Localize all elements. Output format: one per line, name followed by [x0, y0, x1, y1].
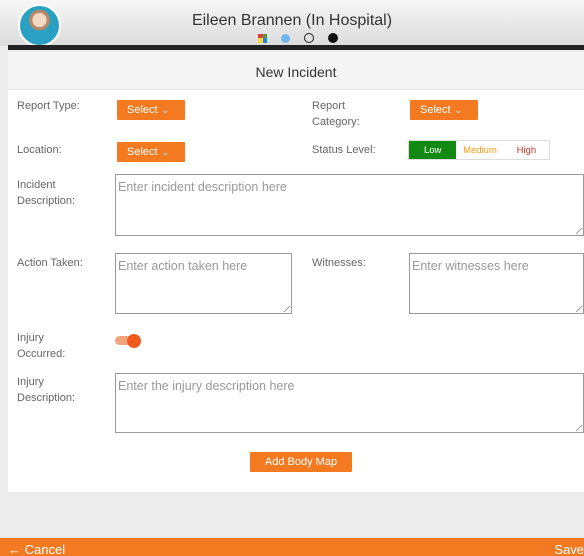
status-level-segmented: Low Medium High [408, 140, 550, 160]
status-level-label: Status Level: [312, 144, 376, 156]
report-category-label: Report Category: [312, 100, 360, 128]
bottom-action-bar: ← Cancel Save [0, 538, 584, 556]
status-medium-option[interactable]: Medium [456, 141, 503, 159]
location-select-label: Select [127, 146, 158, 158]
resize-handle-icon[interactable] [576, 306, 582, 312]
resize-handle-icon[interactable] [576, 425, 582, 431]
action-taken-placeholder: Enter action taken here [118, 259, 248, 273]
witnesses-input[interactable]: Enter witnesses here [409, 253, 584, 314]
toggle-knob [127, 334, 141, 348]
report-type-select[interactable]: Select ⌄ [117, 100, 185, 120]
filled-circle-icon [328, 33, 338, 43]
witnesses-label: Witnesses: [312, 257, 366, 269]
blue-dot-icon [281, 33, 290, 43]
report-category-select[interactable]: Select ⌄ [410, 100, 478, 120]
injury-occurred-label: Injury Occurred: [17, 332, 66, 360]
status-high-option[interactable]: High [504, 141, 549, 159]
empty-circle-icon [304, 33, 314, 43]
color-grid-icon [258, 33, 267, 43]
chevron-down-icon: ⌄ [161, 105, 170, 115]
incident-description-label: Incident Description: [17, 179, 76, 207]
report-type-select-label: Select [127, 104, 158, 116]
report-type-label: Report Type: [17, 100, 80, 112]
chevron-down-icon: ⌄ [161, 147, 170, 157]
status-low-option[interactable]: Low [409, 141, 457, 159]
header-divider [8, 45, 584, 50]
injury-description-placeholder: Enter the injury description here [118, 379, 295, 393]
chevron-down-icon: ⌄ [454, 105, 463, 115]
form-title: New Incident [8, 52, 584, 90]
injury-occurred-toggle[interactable] [115, 334, 141, 348]
resize-handle-icon[interactable] [284, 306, 290, 312]
incident-form: New Incident Report Type: Select ⌄ Report… [8, 52, 584, 492]
incident-description-input[interactable]: Enter incident description here [115, 174, 584, 236]
status-indicators [258, 33, 338, 43]
cancel-button[interactable]: ← Cancel [8, 542, 65, 556]
location-label: Location: [17, 144, 62, 156]
injury-description-input[interactable]: Enter the injury description here [115, 373, 584, 433]
report-category-select-label: Select [420, 104, 451, 116]
injury-description-label: Injury Description: [17, 376, 76, 404]
resident-name: Eileen Brannen (In Hospital) [191, 12, 393, 29]
location-select[interactable]: Select ⌄ [117, 142, 185, 162]
save-button[interactable]: Save [554, 542, 584, 556]
incident-description-placeholder: Enter incident description here [118, 180, 287, 194]
add-body-map-button[interactable]: Add Body Map [250, 452, 352, 472]
top-bar: Eileen Brannen (In Hospital) [0, 0, 584, 47]
action-taken-input[interactable]: Enter action taken here [115, 253, 292, 314]
resize-handle-icon[interactable] [576, 228, 582, 234]
action-taken-label: Action Taken: [17, 257, 83, 269]
witnesses-placeholder: Enter witnesses here [412, 259, 529, 273]
